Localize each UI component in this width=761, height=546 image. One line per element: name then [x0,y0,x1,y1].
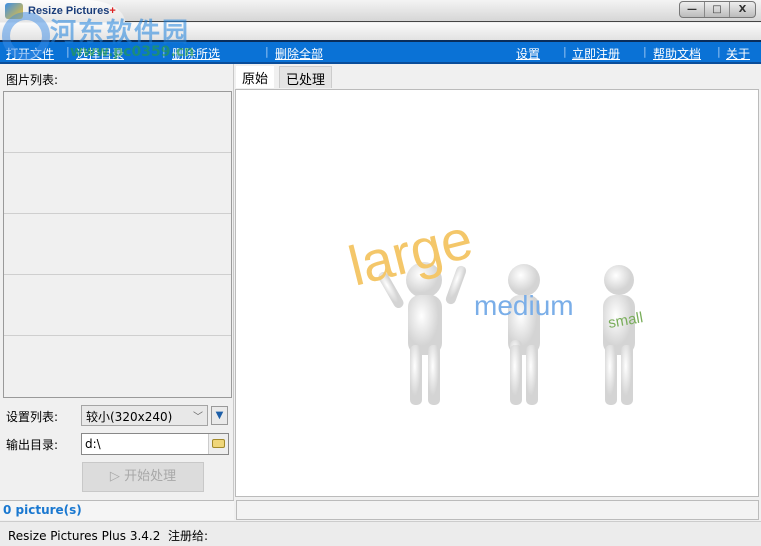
menu-settings[interactable]: 设置 [516,45,540,62]
output-label: 输出目录: [6,438,59,452]
watermark-logo-icon [2,12,50,60]
minimize-button[interactable]: — [680,2,705,17]
figure-medium [508,264,540,405]
browse-folder-button[interactable] [208,434,228,454]
maximize-button[interactable]: □ [705,2,730,17]
window-controls: — □ X [679,1,756,18]
preset-menu-button[interactable]: ▼ [211,406,228,425]
chevron-down-icon: ﹀ [193,412,203,423]
status-panel [236,500,759,520]
start-button[interactable]: ▷ 开始处理 [82,462,204,492]
menu-register[interactable]: 立即注册 [572,45,620,62]
registered-to: 注册给: [168,529,209,543]
menu-separator: | [265,45,269,58]
close-button[interactable]: X [730,2,755,17]
menu-delete-all[interactable]: 删除全部 [275,45,323,62]
picture-count: 0 picture(s) [0,500,234,520]
list-row[interactable] [4,153,231,214]
status-bar: Resize Pictures Plus 3.4.2 注册给: [0,521,761,546]
list-row[interactable] [4,336,231,397]
tab-original[interactable]: 原始 [236,66,275,88]
tab-processed[interactable]: 已处理 [279,66,333,88]
watermark-url: www.pc0359.cn [70,44,195,60]
folder-icon [212,439,225,448]
splitter[interactable] [233,64,234,500]
menu-about[interactable]: 关于 [726,45,750,62]
preview-illustration: large medium small [342,206,644,405]
output-dir-input[interactable]: d:\ [81,433,229,455]
preview-area: large medium small [235,89,759,497]
app-version: Resize Pictures Plus 3.4.2 [8,529,161,543]
picture-list[interactable] [3,91,232,398]
triangle-down-icon: ▼ [215,410,224,421]
start-button-label: 开始处理 [124,469,177,484]
figure-small [603,265,635,405]
word-medium: medium [474,290,574,321]
menu-help[interactable]: 帮助文档 [653,45,701,62]
play-icon: ▷ [109,469,125,484]
picture-list-label: 图片列表: [6,73,59,87]
list-row[interactable] [4,92,231,153]
preset-select[interactable]: 较小(320x240) ﹀ [81,405,208,426]
list-row[interactable] [4,275,231,336]
menu-separator: | [717,45,721,58]
menu-separator: | [643,45,647,58]
preset-value: 较小(320x240) [86,410,173,424]
menu-separator: | [563,45,567,58]
preset-label: 设置列表: [6,410,59,424]
list-row[interactable] [4,214,231,275]
